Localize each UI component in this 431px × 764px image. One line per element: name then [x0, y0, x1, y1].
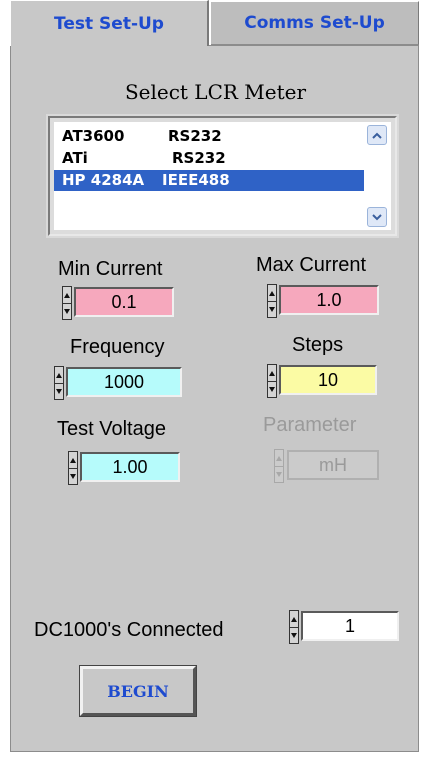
frequency-value: 1000: [103, 371, 145, 392]
list-item-hp4284a[interactable]: HP 4284A IEEE488: [54, 170, 364, 191]
meter-interface: RS232: [172, 149, 226, 167]
tab-comms-set-up[interactable]: Comms Set-Up: [211, 1, 419, 45]
begin-button[interactable]: BEGIN: [79, 665, 197, 717]
tab-label: Comms Set-Up: [244, 13, 385, 33]
test-voltage-stepper[interactable]: [68, 451, 78, 485]
list-item-at3600[interactable]: AT3600 RS232: [54, 126, 364, 147]
increment-arrow-icon[interactable]: [63, 287, 71, 304]
max-current-field[interactable]: 1.0: [279, 285, 379, 315]
min-current-label: Min Current: [58, 258, 163, 280]
decrement-arrow-icon[interactable]: [268, 301, 276, 317]
increment-arrow-icon[interactable]: [268, 365, 276, 382]
chevron-down-icon: [372, 213, 382, 220]
max-current-stepper[interactable]: [267, 284, 277, 318]
test-voltage-field[interactable]: 1.00: [80, 452, 180, 482]
steps-value: 10: [317, 369, 339, 390]
meter-model: AT3600: [62, 127, 125, 145]
decrement-arrow-icon[interactable]: [290, 627, 298, 643]
max-current-value: 1.0: [316, 289, 342, 310]
increment-arrow-icon[interactable]: [268, 285, 276, 302]
steps-stepper[interactable]: [267, 364, 277, 398]
decrement-arrow-icon[interactable]: [55, 383, 63, 399]
increment-arrow-icon[interactable]: [69, 452, 77, 469]
meter-interface: RS232: [168, 127, 222, 145]
frequency-stepper[interactable]: [54, 366, 64, 400]
dc1000-connected-stepper[interactable]: [289, 610, 299, 644]
dc1000-connected-value: 1: [344, 615, 355, 636]
dc1000-connected-label: DC1000's Connected: [34, 619, 224, 641]
decrement-arrow-icon: [275, 466, 283, 482]
decrement-arrow-icon[interactable]: [63, 303, 71, 319]
tab-label: Test Set-Up: [54, 13, 164, 34]
list-item-ati[interactable]: ATi RS232: [54, 148, 364, 169]
frequency-field[interactable]: 1000: [66, 367, 182, 397]
frequency-label: Frequency: [70, 336, 165, 358]
chevron-up-icon: [372, 132, 382, 139]
scroll-up-button[interactable]: [367, 125, 387, 145]
scroll-down-button[interactable]: [367, 207, 387, 227]
meter-model: ATi: [62, 149, 88, 167]
test-voltage-label: Test Voltage: [57, 418, 166, 440]
meter-interface: IEEE488: [162, 171, 230, 189]
min-current-value: 0.1: [111, 291, 137, 312]
increment-arrow-icon[interactable]: [290, 611, 298, 628]
begin-button-label: BEGIN: [107, 681, 169, 701]
tab-test-set-up[interactable]: Test Set-Up: [10, 0, 209, 46]
increment-arrow-icon: [275, 450, 283, 467]
min-current-field[interactable]: 0.1: [74, 287, 174, 317]
parameter-label: Parameter: [263, 414, 357, 436]
steps-label: Steps: [292, 334, 344, 356]
decrement-arrow-icon[interactable]: [268, 381, 276, 397]
decrement-arrow-icon[interactable]: [69, 468, 77, 484]
min-current-stepper[interactable]: [62, 286, 72, 320]
steps-field[interactable]: 10: [279, 365, 377, 395]
listbox-content: AT3600 RS232 ATi RS232 HP 4284A IEEE488: [54, 122, 391, 230]
parameter-field: mH: [287, 450, 379, 480]
increment-arrow-icon[interactable]: [55, 367, 63, 384]
dc1000-connected-field[interactable]: 1: [301, 611, 399, 641]
meter-model: HP 4284A: [62, 171, 145, 189]
lcr-meter-listbox[interactable]: AT3600 RS232 ATi RS232 HP 4284A IEEE488: [46, 114, 399, 238]
select-meter-title: Select LCR Meter: [124, 80, 307, 104]
test-voltage-value: 1.00: [112, 456, 148, 477]
parameter-stepper: [274, 449, 284, 483]
max-current-label: Max Current: [256, 254, 367, 276]
parameter-value: mH: [319, 454, 347, 475]
